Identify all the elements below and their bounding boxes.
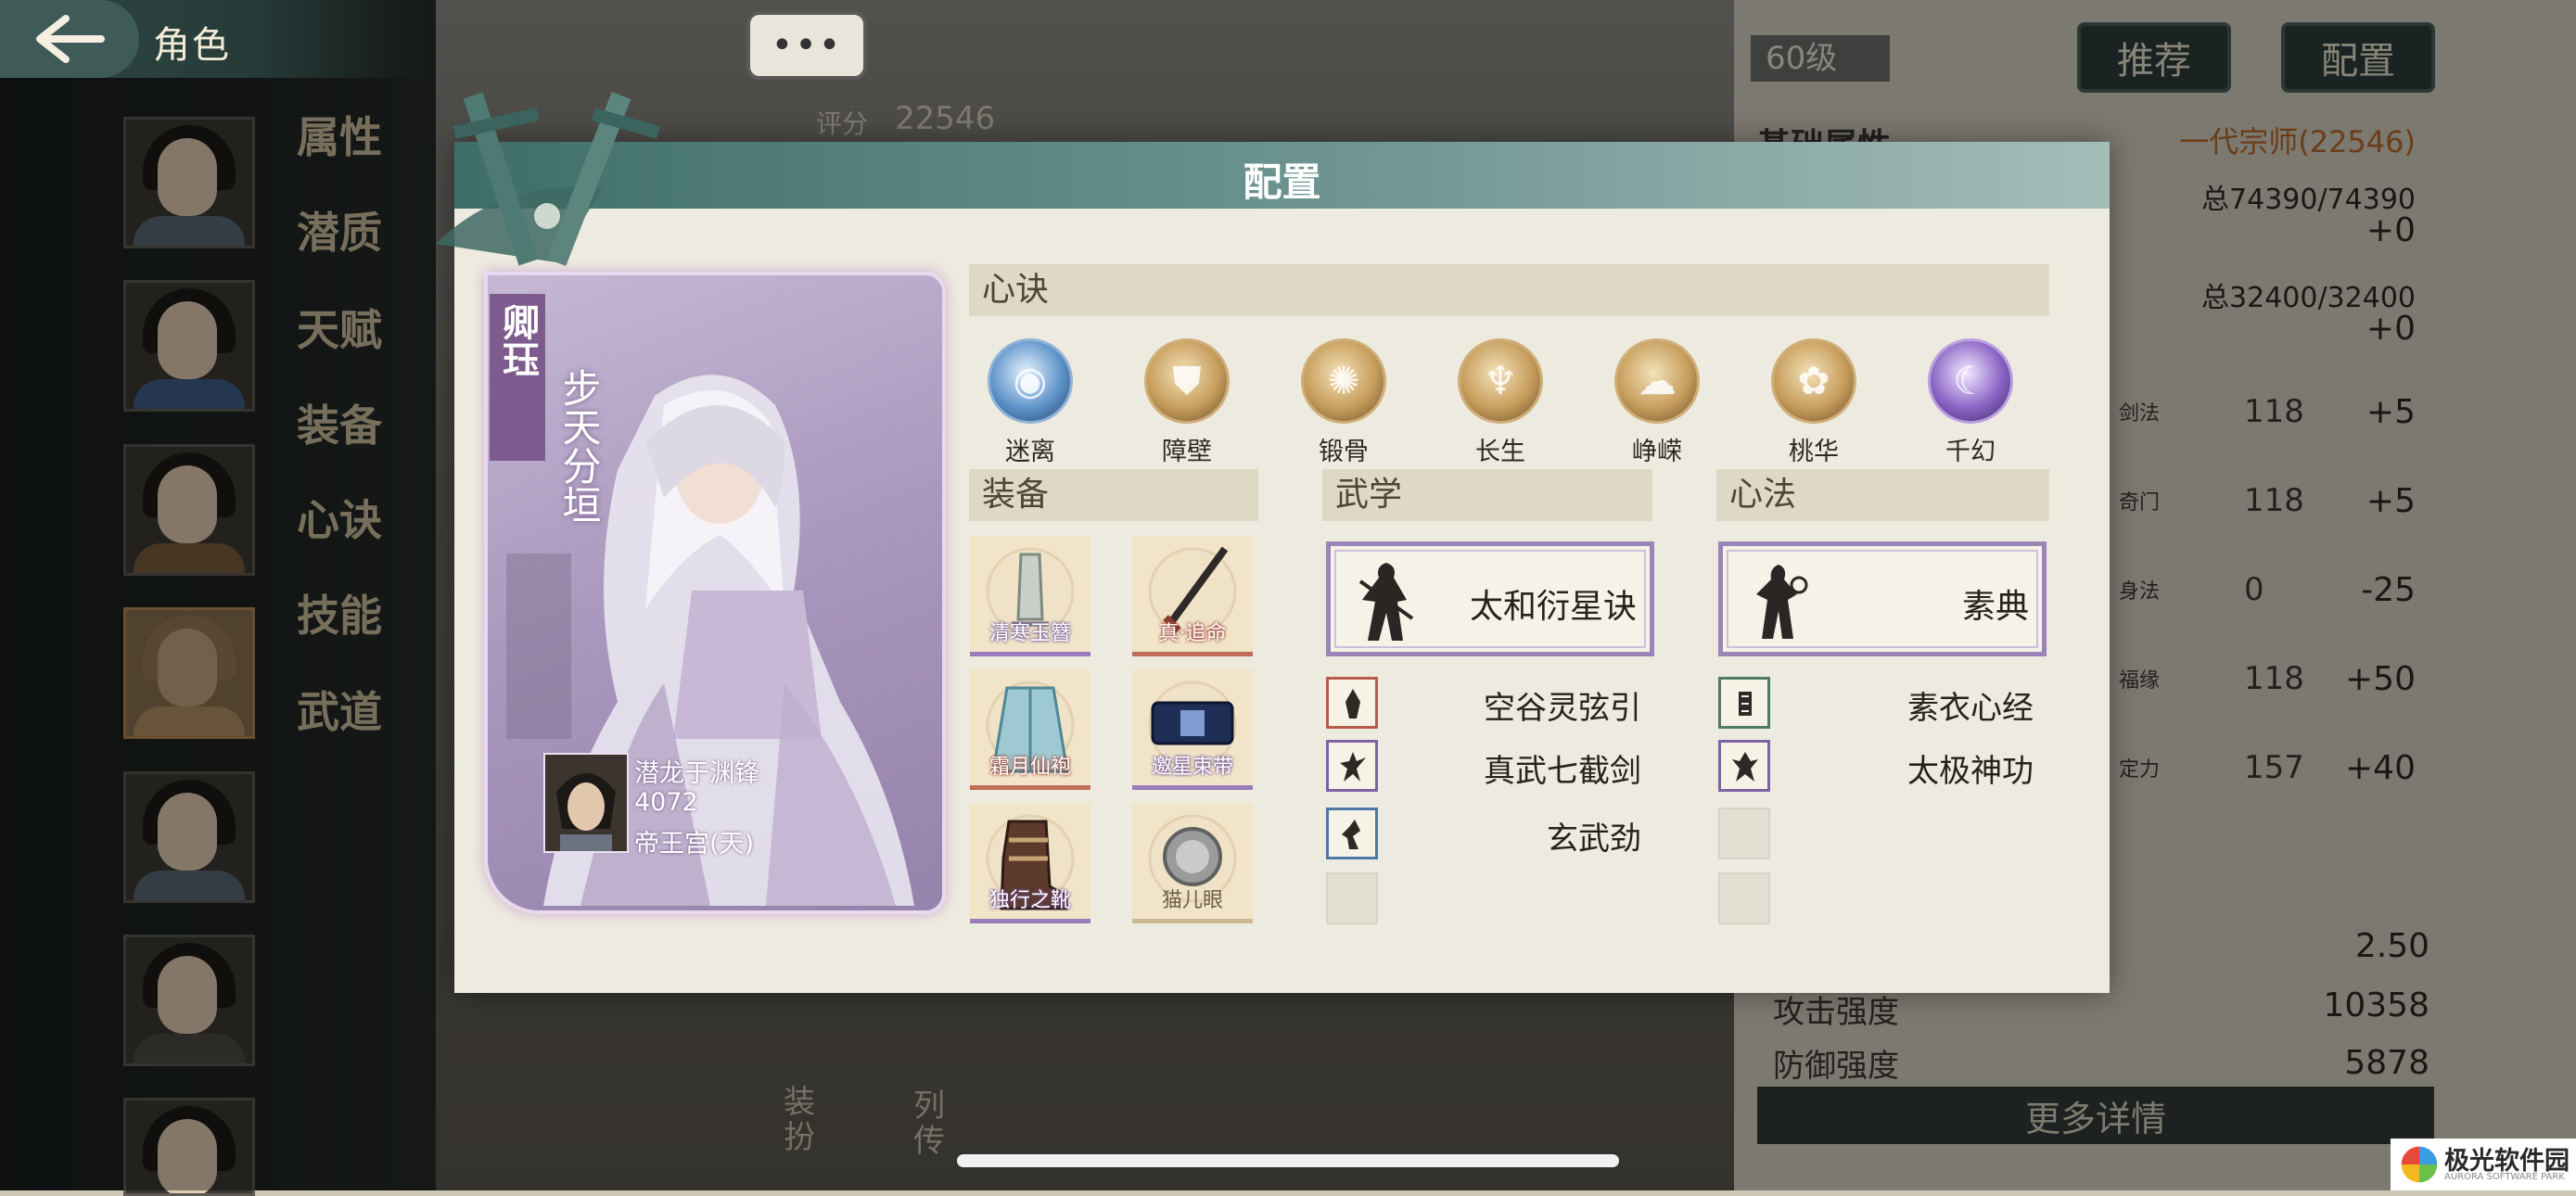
heart-figure-icon [1756,565,1808,639]
xinjue-label: 峥嵘 [1632,438,1682,466]
xinjue-icon: ◉ [988,338,1073,424]
martial-sub-icon [1326,808,1378,859]
equipment-header: 装备 [969,469,1258,521]
xinjue-icon: ♆ [1458,338,1543,424]
heart-sub-skill[interactable]: 素衣心经 [1718,677,2047,731]
empty-skill-slot[interactable] [1326,872,1378,924]
page-title: 角色 [153,24,231,67]
xinjue-label: 千幻 [1945,438,1996,466]
martial-sub-name: 真武七截剑 [1484,753,1641,790]
martial-main-skill[interactable]: 太和衍星诀 [1326,541,1654,656]
home-indicator [957,1154,1619,1167]
watermark-subtext: AURORA SOFTWARE PARK [2444,1172,2565,1182]
xinjue-label: 桃华 [1789,438,1839,466]
xinjue-icon: ☁ [1614,338,1700,424]
heart-sub-skill[interactable]: 太极神功 [1718,740,2047,794]
owner-info: 潜龙于渊锋 4072 帝王宫(天) [543,753,766,859]
equipment-slot[interactable]: 猫儿眼 [1132,803,1253,923]
equipment-label: 邀星束带 [1151,756,1233,779]
heart-sub-icon [1718,677,1770,729]
equipment-slot[interactable]: 霜月仙袍 [970,669,1090,790]
xinjue-label: 迷离 [1005,438,1055,466]
heart-method-header: 心法 [1716,469,2049,521]
equipment-label: 猫儿眼 [1161,889,1223,912]
xinjue-icon: ☾ [1928,338,2013,424]
watermark: 极光软件园 AURORA SOFTWARE PARK [2391,1139,2576,1190]
xinjue-icon: ✺ [1301,338,1386,424]
martial-sub-name: 空谷灵弦引 [1484,690,1641,727]
heart-main-name: 素典 [1961,588,2029,626]
xinjue-icon: ✿ [1771,338,1856,424]
equipment-slot[interactable]: 邀星束带 [1132,669,1253,790]
xinjue-item[interactable]: ✺ 锻骨 [1293,338,1395,468]
martial-figure-icon [1358,563,1414,641]
xinjue-item[interactable]: ✿ 桃华 [1763,338,1865,468]
martial-sub-icon [1326,677,1378,729]
xinjue-label: 长生 [1475,438,1525,466]
empty-skill-slot[interactable] [1718,872,1770,924]
equipment-label: 霜月仙袍 [988,756,1071,779]
character-name: 步天分垣 [556,368,602,524]
xinjue-icon: ⛊ [1144,338,1230,424]
xinjue-item[interactable]: ◉ 迷离 [979,338,1081,468]
heart-sub-icon [1718,740,1770,792]
heart-sub-name: 太极神功 [1907,753,2034,790]
back-arrow-icon [36,15,105,63]
martial-sub-icon [1326,740,1378,792]
equipment-slot[interactable]: 清寒玉簪 [970,536,1090,656]
xinjue-label: 锻骨 [1319,438,1369,466]
xinjue-item[interactable]: ♆ 长生 [1449,338,1551,468]
config-modal: 配置 卿珏 步天分垣 潜龙于渊锋 4072 帝王宫(天) 心诀 ◉ 迷离 ⛊ 障… [436,92,2110,993]
owner-power: 4072 [634,788,698,817]
xinjue-item[interactable]: ☾ 千幻 [1919,338,2021,468]
owner-server: 帝王宫(天) [634,830,755,859]
xinjue-header: 心诀 [969,264,2049,316]
owner-avatar [543,753,629,853]
equipment-slot[interactable]: 真·追命 [1132,536,1253,656]
equipment-label: 独行之靴 [988,889,1071,912]
xinjue-label: 障壁 [1162,438,1212,466]
character-title-tag: 卿珏 [490,294,545,461]
character-card[interactable]: 卿珏 步天分垣 潜龙于渊锋 4072 帝王宫(天) [484,272,946,914]
equipment-label: 清寒玉簪 [988,622,1071,645]
martial-sub-name: 玄武劲 [1547,821,1641,858]
back-button[interactable] [0,0,139,78]
equipment-slot[interactable]: 独行之靴 [970,803,1090,923]
owner-name: 潜龙于渊锋 [634,759,759,788]
heart-main-skill[interactable]: 素典 [1718,541,2047,656]
martial-sub-skill[interactable]: 真武七截剑 [1326,740,1654,794]
aurora-logo-icon [2401,1146,2438,1183]
equipment-label: 真·追命 [1158,622,1227,645]
chat-button[interactable]: ••• [746,11,867,80]
martial-main-name: 太和衍星诀 [1469,588,1637,626]
martial-sub-skill[interactable]: 玄武劲 [1326,808,1654,861]
crossed-swords-icon [436,92,660,266]
xinjue-item[interactable]: ⛊ 障壁 [1136,338,1238,468]
martial-header: 武学 [1322,469,1652,521]
xinjue-item[interactable]: ☁ 峥嵘 [1606,338,1708,468]
heart-sub-name: 素衣心经 [1907,690,2034,727]
martial-sub-skill[interactable]: 空谷灵弦引 [1326,677,1654,731]
empty-skill-slot[interactable] [1718,808,1770,859]
